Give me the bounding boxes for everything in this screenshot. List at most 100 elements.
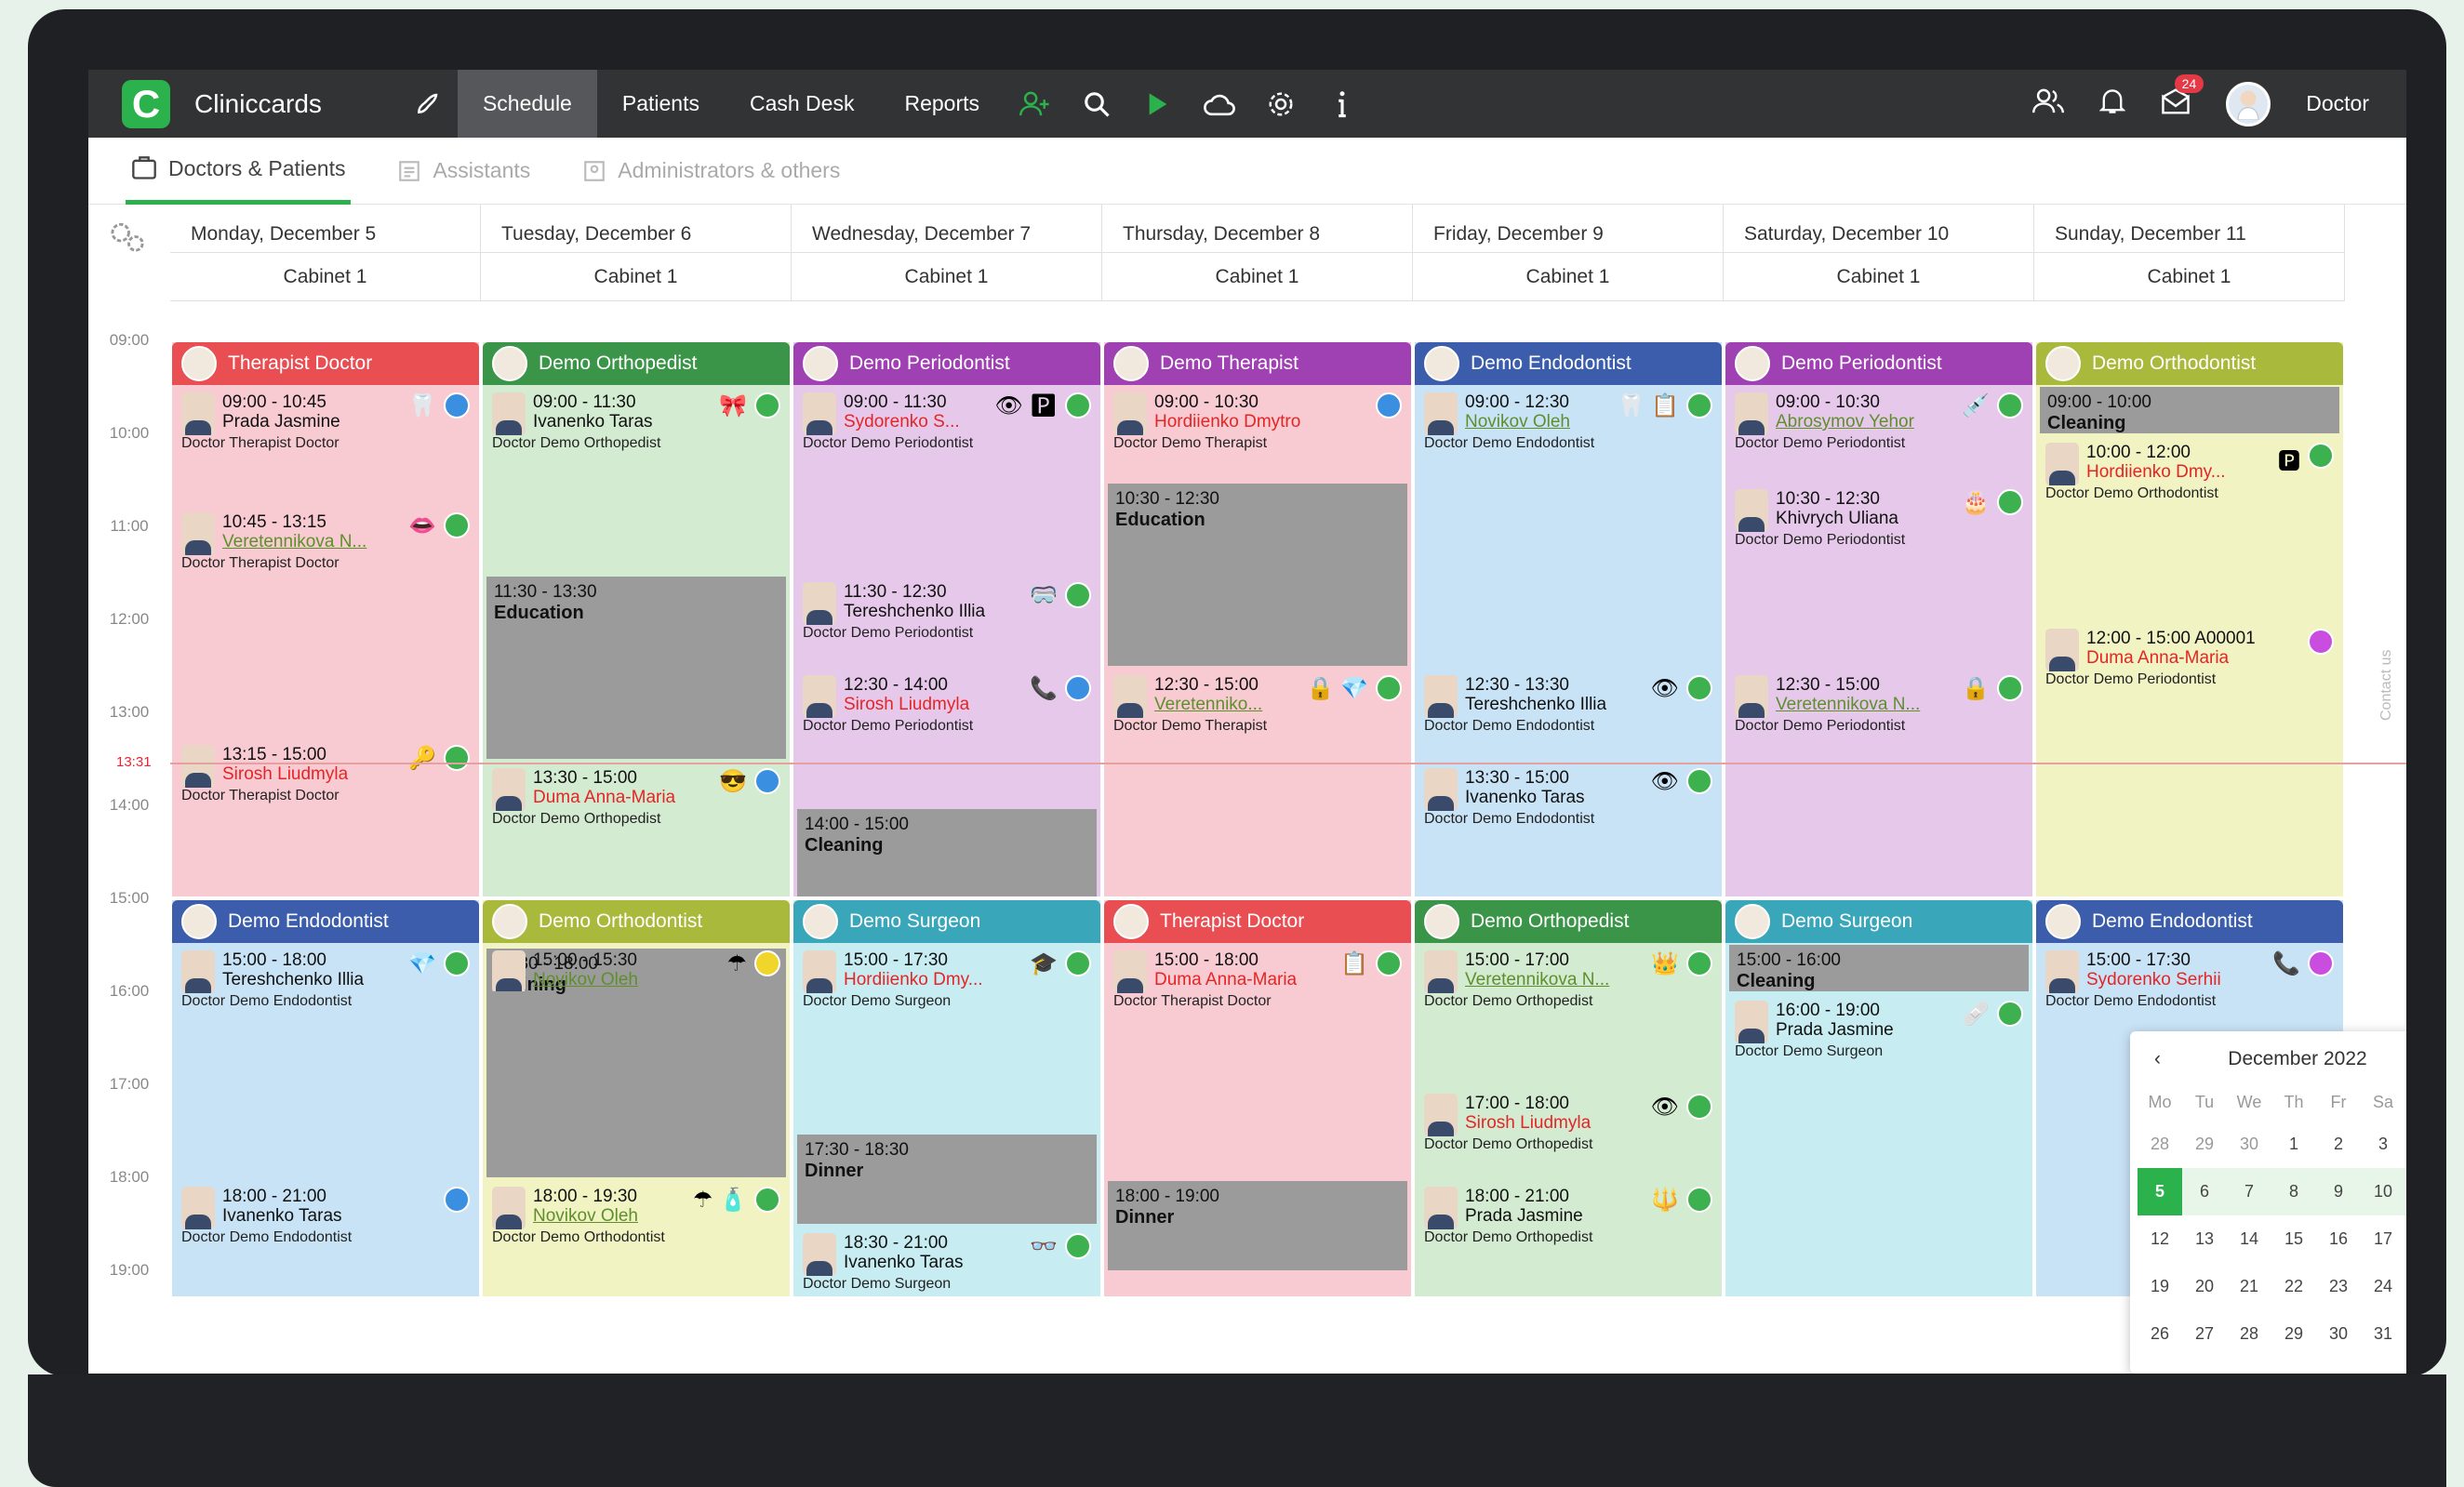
status-dot[interactable] xyxy=(2308,950,2334,976)
appointment-card[interactable]: 09:00 - 11:30 Sydorenko S... 👁 🅿 Doctor Dem… xyxy=(797,387,1097,573)
status-dot[interactable] xyxy=(754,1187,780,1213)
patient-name[interactable]: Khivrych Uliana xyxy=(1776,509,1956,528)
appointment-card[interactable]: 15:00 - 18:00 Tereshchenko Illia 💎 Doctor D… xyxy=(176,945,475,1177)
patient-name[interactable]: Veretennikova N... xyxy=(1776,695,1956,714)
calendar-day[interactable]: 1 xyxy=(2405,1310,2406,1358)
status-dot[interactable] xyxy=(1376,392,1402,418)
patient-name[interactable]: Prada Jasmine xyxy=(222,412,403,431)
status-dot[interactable] xyxy=(1997,1001,2023,1027)
date-picker-popup[interactable]: ‹ December 2022 › MoTuWeThFrSaSu28293012… xyxy=(2130,1031,2406,1374)
subtab-assistants[interactable]: Assistants xyxy=(392,138,536,205)
patient-name[interactable]: Hordiienko Dmy... xyxy=(844,970,1024,989)
calendar-day[interactable]: 23 xyxy=(2316,1263,2361,1310)
cabinet-header[interactable]: Cabinet 1 xyxy=(481,253,792,301)
appointment-card[interactable]: 09:00 - 10:30 Abrosymov Yehor 💉 Doctor Demo… xyxy=(1729,387,2029,480)
cabinet-settings-icon[interactable] xyxy=(107,219,148,261)
calendar-day[interactable]: 20 xyxy=(2182,1263,2227,1310)
status-dot[interactable] xyxy=(1686,1187,1712,1213)
appointment-card[interactable]: 12:30 - 14:00 Sirosh Liudmyla 📞 Doctor Demo… xyxy=(797,670,1097,805)
calendar-day[interactable]: 28 xyxy=(2138,1121,2182,1168)
status-dot[interactable] xyxy=(1065,1233,1091,1259)
patient-name[interactable]: Sydorenko Serhii xyxy=(2086,970,2267,989)
calendar-day[interactable]: 13 xyxy=(2182,1215,2227,1263)
appointment-card[interactable]: 16:00 - 19:00 Prada Jasmine 🩹 Doctor Demo S… xyxy=(1729,995,2029,1296)
patient-name[interactable]: Veretennikova N... xyxy=(222,532,403,551)
calendar-day[interactable]: 5 xyxy=(2138,1168,2182,1215)
patient-name[interactable]: Ivanenko Taras xyxy=(1465,788,1645,807)
appointment-card[interactable]: 10:45 - 13:15 Veretennikova N... 👄 Doctor T… xyxy=(176,507,475,736)
calendar-day[interactable]: 16 xyxy=(2316,1215,2361,1263)
day-header[interactable]: Friday, December 9 xyxy=(1413,205,1724,253)
status-dot[interactable] xyxy=(1686,392,1712,418)
appointment-card[interactable]: 15:00 - 18:00 Duma Anna-Maria 📋 Doctor Ther… xyxy=(1108,945,1407,1177)
appointment-card[interactable]: 09:00 - 12:30 Novikov Oleh 🦷 📋 Doctor Demo … xyxy=(1418,387,1718,666)
tab-patients[interactable]: Patients xyxy=(597,70,725,138)
calendar-day[interactable]: 17 xyxy=(2361,1215,2405,1263)
patient-name[interactable]: Hordiienko Dmy... xyxy=(2086,462,2272,482)
contact-us-tab[interactable]: Contact us xyxy=(2378,650,2395,721)
calendar-day[interactable]: 24 xyxy=(2361,1263,2405,1310)
appointment-card[interactable]: 13:30 - 15:00 Duma Anna-Maria 😎 Doctor Demo… xyxy=(486,763,786,896)
break-block[interactable]: 09:00 - 10:00 Cleaning xyxy=(2040,387,2339,433)
status-dot[interactable] xyxy=(444,950,470,976)
subtab-administrators[interactable]: Administrators & others xyxy=(577,138,846,205)
patient-name[interactable]: Sirosh Liudmyla xyxy=(222,764,403,784)
status-dot[interactable] xyxy=(754,392,780,418)
doctor-header[interactable]: Demo Orthodontist xyxy=(2036,342,2343,385)
calendar-day[interactable]: 26 xyxy=(2138,1310,2182,1358)
bell-icon[interactable] xyxy=(2098,87,2126,120)
appointment-card[interactable]: 15:00 - 15:30 Novikov Oleh ☂ xyxy=(486,945,786,991)
play-icon[interactable] xyxy=(1139,85,1178,124)
cabinet-header[interactable]: Cabinet 1 xyxy=(1413,253,1724,301)
doctor-header[interactable]: Therapist Doctor xyxy=(172,342,479,385)
doctor-header[interactable]: Demo Periodontist xyxy=(793,342,1100,385)
calendar-day[interactable]: 10 xyxy=(2361,1168,2405,1215)
patient-name[interactable]: Hordiienko Dmytro xyxy=(1154,412,1368,431)
status-dot[interactable] xyxy=(444,1187,470,1213)
patient-name[interactable]: Tereshchenko Illia xyxy=(222,970,403,989)
status-dot[interactable] xyxy=(444,392,470,418)
doctor-header[interactable]: Demo Surgeon xyxy=(793,900,1100,943)
calendar-day[interactable]: 14 xyxy=(2227,1215,2271,1263)
status-dot[interactable] xyxy=(1065,582,1091,608)
calendar-day[interactable]: 30 xyxy=(2316,1310,2361,1358)
appointment-card[interactable]: 15:00 - 17:30 Hordiienko Dmy... 🎓 Doctor De… xyxy=(797,945,1097,1131)
break-block[interactable]: 18:00 - 19:00 Dinner xyxy=(1108,1181,1407,1270)
appointment-card[interactable]: 12:30 - 15:00 Veretennikova N... 🔒 Doctor D… xyxy=(1729,670,2029,896)
break-block[interactable]: 11:30 - 13:30 Education xyxy=(486,577,786,759)
patient-name[interactable]: Abrosymov Yehor xyxy=(1776,412,1956,431)
patient-name[interactable]: Sydorenko S... xyxy=(844,412,989,431)
logo[interactable]: C xyxy=(122,79,170,128)
day-header[interactable]: Saturday, December 10 xyxy=(1724,205,2034,253)
patient-name[interactable]: Ivanenko Taras xyxy=(222,1206,436,1226)
user-name[interactable]: Doctor xyxy=(2306,91,2369,116)
appointment-card[interactable]: 18:30 - 21:00 Ivanenko Taras 👓 Doctor Demo … xyxy=(797,1228,1097,1296)
appointment-card[interactable]: 10:30 - 12:30 Khivrych Uliana 🎂 Doctor Demo… xyxy=(1729,484,2029,666)
subtab-doctors-patients[interactable]: Doctors & Patients xyxy=(126,138,352,205)
calendar-day[interactable]: 31 xyxy=(2361,1310,2405,1358)
status-dot[interactable] xyxy=(1997,489,2023,515)
patient-name[interactable]: Duma Anna-Maria xyxy=(533,788,713,807)
patient-name[interactable]: Sirosh Liudmyla xyxy=(1465,1113,1645,1133)
status-dot[interactable] xyxy=(444,745,470,771)
info-icon[interactable] xyxy=(1323,85,1362,124)
patient-name[interactable]: Veretenniko... xyxy=(1154,695,1301,714)
cabinet-header[interactable]: Cabinet 1 xyxy=(1102,253,1413,301)
appointment-card[interactable]: 11:30 - 12:30 Tereshchenko Illia 🥽 Doctor D… xyxy=(797,577,1097,666)
calendar-day[interactable]: 22 xyxy=(2271,1263,2316,1310)
calendar-day[interactable]: 28 xyxy=(2227,1310,2271,1358)
appointment-card[interactable]: 12:30 - 15:00 Veretenniko... 🔒 💎 Doctor Dem… xyxy=(1108,670,1407,896)
patient-name[interactable]: Sirosh Liudmyla xyxy=(844,695,1024,714)
doctor-header[interactable]: Demo Endodontist xyxy=(2036,900,2343,943)
calendar-day[interactable]: 6 xyxy=(2182,1168,2227,1215)
calendar-day[interactable]: 15 xyxy=(2271,1215,2316,1263)
users-icon[interactable] xyxy=(2032,87,2065,120)
tab-schedule[interactable]: Schedule xyxy=(457,70,597,138)
patient-name[interactable]: Tereshchenko Illia xyxy=(1465,695,1645,714)
status-dot[interactable] xyxy=(754,768,780,794)
doctor-header[interactable]: Demo Endodontist xyxy=(172,900,479,943)
search-icon[interactable] xyxy=(1077,85,1116,124)
calendar-day[interactable]: 8 xyxy=(2271,1168,2316,1215)
status-dot[interactable] xyxy=(1065,392,1091,418)
calendar-day[interactable]: 3 xyxy=(2361,1121,2405,1168)
